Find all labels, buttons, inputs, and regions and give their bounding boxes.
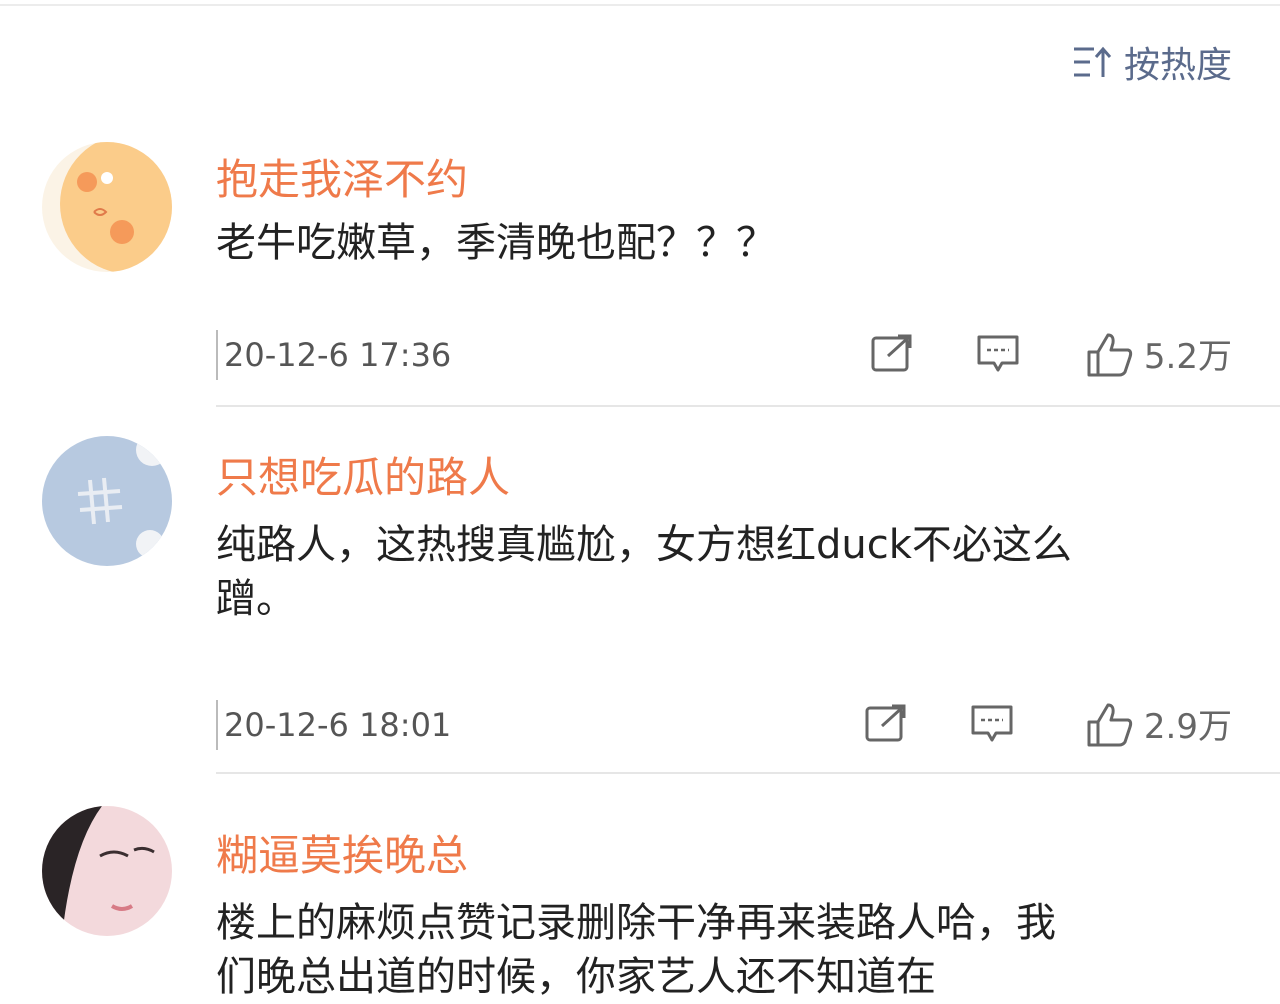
sort-label: 按热度 <box>1123 45 1232 86</box>
thumbs-up-icon <box>1086 332 1134 382</box>
like-button[interactable]: 5.2万 <box>1086 332 1232 382</box>
timestamp: 20-12-6 18:01 <box>216 700 451 750</box>
top-divider <box>0 4 1280 6</box>
comment-text: 纯路人，这热搜真尴尬，女方想红duck不必这么蹭。 <box>216 522 1072 622</box>
share-icon[interactable] <box>870 334 914 378</box>
username[interactable]: 糊逼莫挨晚总 <box>216 822 468 883</box>
avatar[interactable] <box>42 806 172 936</box>
timestamp: 20-12-6 17:36 <box>216 330 451 380</box>
thumbs-up-icon <box>1086 702 1134 752</box>
like-count: 2.9万 <box>1143 707 1232 747</box>
username[interactable]: 只想吃瓜的路人 <box>216 444 510 505</box>
sort-icon <box>1072 45 1112 79</box>
comment-text: 楼上的麻烦点赞记录删除干净再来装路人哈，我们晚总出道的时候，你家艺人还不知道在 <box>216 900 1056 1000</box>
divider <box>216 772 1280 774</box>
comment-icon[interactable] <box>970 704 1014 748</box>
username[interactable]: 抱走我泽不约 <box>216 146 468 207</box>
sort-toggle[interactable]: 按热度 <box>1072 36 1232 88</box>
comment-meta: 20-12-6 18:01 2.9万 <box>216 700 1232 750</box>
avatar[interactable] <box>42 142 172 272</box>
comment-icon[interactable] <box>976 334 1020 378</box>
like-count: 5.2万 <box>1143 337 1232 377</box>
avatar[interactable] <box>42 436 172 566</box>
comment-text: 老牛吃嫩草，季清晚也配？？？ <box>216 220 776 266</box>
comment-meta: 20-12-6 17:36 5.2万 <box>216 330 1232 380</box>
like-button[interactable]: 2.9万 <box>1086 702 1232 752</box>
share-icon[interactable] <box>864 704 908 748</box>
divider <box>216 405 1280 407</box>
